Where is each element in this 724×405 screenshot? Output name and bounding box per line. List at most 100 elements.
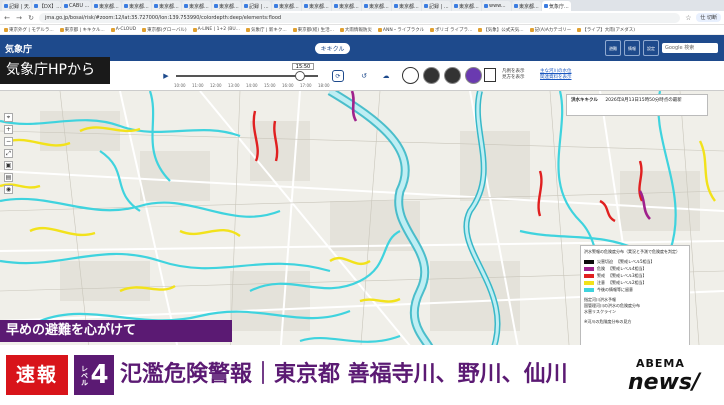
bookmark-item[interactable]: 気象庁 | 新キク... <box>245 27 287 33</box>
play-icon[interactable]: ▶ <box>160 70 172 82</box>
bookmark-item[interactable]: 東京外グ | モデルラ... <box>4 27 54 33</box>
browser-tab[interactable]: 東京都... <box>212 1 241 11</box>
browser-tab[interactable]: www... <box>482 1 511 11</box>
header-button-settings[interactable]: 設定 <box>643 40 659 56</box>
favicon-icon <box>394 4 398 8</box>
list-icon[interactable]: ▤ <box>4 173 13 182</box>
browser-tab[interactable]: 記録 | ... <box>422 1 451 11</box>
browser-tab-label: 東京都... <box>99 3 119 10</box>
bookmark-item[interactable]: 【ライブ】大雨(アメダス) <box>577 27 635 33</box>
bookmark-label: 東京都 | キキクル... <box>64 27 105 33</box>
bookmark-item[interactable]: 東京都 | キキクル... <box>59 27 105 33</box>
favicon-icon <box>304 4 308 8</box>
locate-icon[interactable]: ⌖ <box>4 113 13 122</box>
legend-footer[interactable]: ※河川の危険度分布の見方 <box>584 319 686 325</box>
browser-tab-label: 東京都... <box>129 3 149 10</box>
profile-button[interactable]: 仕 切断 <box>696 13 721 22</box>
browser-tab[interactable]: 東京都... <box>452 1 481 11</box>
abema-logo-top: ABEMA <box>636 357 685 370</box>
cloud-icon[interactable]: ☁ <box>380 70 392 82</box>
time-tick-label: 16:00 <box>282 83 294 88</box>
fullscreen-icon[interactable]: ⤢ <box>4 149 13 158</box>
browser-tab-label: 記録 | ... <box>249 3 269 10</box>
time-slider-label: 15:50 <box>292 63 314 70</box>
bookmark-item[interactable]: 記(A)Aカテゴリー <box>529 27 571 33</box>
bookmark-item[interactable]: ANN・ライブラクル <box>377 27 425 33</box>
browser-tab[interactable]: 東京都... <box>332 1 361 11</box>
favicon-icon <box>454 4 458 8</box>
browser-tab-label: 東京都... <box>519 3 539 10</box>
zoom-in-icon[interactable]: + <box>4 125 13 134</box>
bookmark-item[interactable]: 東京都(経) 生活... <box>292 27 334 33</box>
layer-icon[interactable]: ▣ <box>4 161 13 170</box>
bookmark-item[interactable]: 【気象】公式天気... <box>478 27 524 33</box>
forward-icon[interactable]: → <box>15 14 23 22</box>
bookmark-icon <box>577 27 582 32</box>
browser-tab[interactable]: 東京都... <box>302 1 331 11</box>
latest-time-icon[interactable]: ⟳ <box>332 70 344 82</box>
browser-tab[interactable]: 気象庁... <box>542 1 571 11</box>
bookmark-item[interactable]: 大雨情報防災 <box>339 27 372 33</box>
browser-tab[interactable]: 東京都... <box>272 1 301 11</box>
bookmark-icon <box>529 27 534 32</box>
browser-tab-label: 東京都... <box>459 3 479 10</box>
howto-toggle[interactable]: 見方を表示 <box>502 75 525 81</box>
legend-row: 警戒 【警戒レベル3相当】 <box>584 272 686 279</box>
bookmark-label: ポリゴ ライブラ... <box>435 27 473 33</box>
breaking-badge: 速報 <box>6 355 68 395</box>
layer-button-3[interactable] <box>444 67 461 84</box>
star-icon[interactable]: ☆ <box>684 14 692 22</box>
browser-tab[interactable]: 東京都... <box>92 1 121 11</box>
favicon-icon <box>274 4 278 8</box>
bookmark-item[interactable]: A-CLOUD <box>110 27 136 32</box>
favicon-icon <box>154 4 158 8</box>
browser-tab-label: 気象庁... <box>549 3 569 10</box>
bookmark-label: ANN・ライブラクル <box>382 27 425 33</box>
bookmark-label: A-LINE | 1+2 (BU... <box>197 27 240 32</box>
abema-logo-bottom: news/ <box>628 370 701 395</box>
header-button-evacuate[interactable]: 避難 <box>605 40 621 56</box>
map-toggle-button[interactable] <box>484 68 496 82</box>
reload-icon[interactable]: ↻ <box>27 14 35 22</box>
header-button-info[interactable]: 情報 <box>624 40 640 56</box>
jma-logo[interactable]: 気象庁 <box>0 42 60 55</box>
layer-button-2[interactable] <box>423 67 440 84</box>
bookmark-item[interactable]: A-LINE | 1+2 (BU... <box>192 27 240 32</box>
alert-level-number: 4 <box>90 360 109 390</box>
browser-tab[interactable]: 東京都... <box>182 1 211 11</box>
zoom-out-icon[interactable]: − <box>4 137 13 146</box>
search-input[interactable]: Google 検索 <box>662 43 718 53</box>
bookmark-label: 【気象】公式天気... <box>483 27 524 33</box>
related-docs-link[interactable]: 関連資料を表示 <box>540 75 572 81</box>
browser-tab[interactable]: CABU ... <box>62 1 91 11</box>
back-icon[interactable]: ← <box>3 14 11 22</box>
browser-toolbar: ← → ↻ jma.go.jp/bosai/risk/#zoom:12/lat:… <box>0 11 724 25</box>
bookmark-label: 東京都(経) 生活... <box>297 27 334 33</box>
time-slider-handle[interactable] <box>295 71 305 81</box>
map-toolbar: ⌖ + − ⤢ ▣ ▤ ◉ <box>4 113 13 194</box>
bookmark-item[interactable]: ポリゴ ライブラ... <box>430 27 472 33</box>
legend-swatch <box>584 280 594 285</box>
mini-legend: 凡例を表示 見方を表示 <box>502 69 525 81</box>
browser-tab[interactable]: 記録 | ... <box>242 1 271 11</box>
browser-tab[interactable]: 東京都... <box>122 1 151 11</box>
bookmark-item[interactable]: 東京都(グローバル) <box>142 27 187 33</box>
layer-button-4[interactable] <box>465 67 482 84</box>
browser-tab[interactable]: 東京都... <box>512 1 541 11</box>
address-bar[interactable]: jma.go.jp/bosai/risk/#zoom:12/lat:35.727… <box>39 12 681 23</box>
reload-map-icon[interactable]: ↺ <box>358 70 370 82</box>
bookmark-label: 東京都(グローバル) <box>147 27 187 33</box>
browser-tab[interactable]: 東京都... <box>362 1 391 11</box>
bookmark-icon <box>292 27 297 32</box>
browser-tab[interactable]: 【DX】... <box>32 1 61 11</box>
time-tick-label: 14:00 <box>246 83 258 88</box>
headline-text: 氾濫危険警報｜東京都 善福寺川、野川、仙川 <box>120 362 568 387</box>
layer-button-1[interactable] <box>402 67 419 84</box>
target-icon[interactable]: ◉ <box>4 185 13 194</box>
map-legend: 洪水警報の危険度分布（実況と予測で危険度を判定） 災害切迫 【警戒レベル5相当】危… <box>580 245 690 350</box>
alert-level-word: レベル <box>80 364 89 386</box>
browser-tab[interactable]: 記録 | 天... <box>2 1 31 11</box>
browser-tab[interactable]: 東京都... <box>152 1 181 11</box>
info-panel: 洪水キキクル 2026年8月13日15時50分時点の最新 <box>566 94 708 116</box>
browser-tab[interactable]: 東京都... <box>392 1 421 11</box>
